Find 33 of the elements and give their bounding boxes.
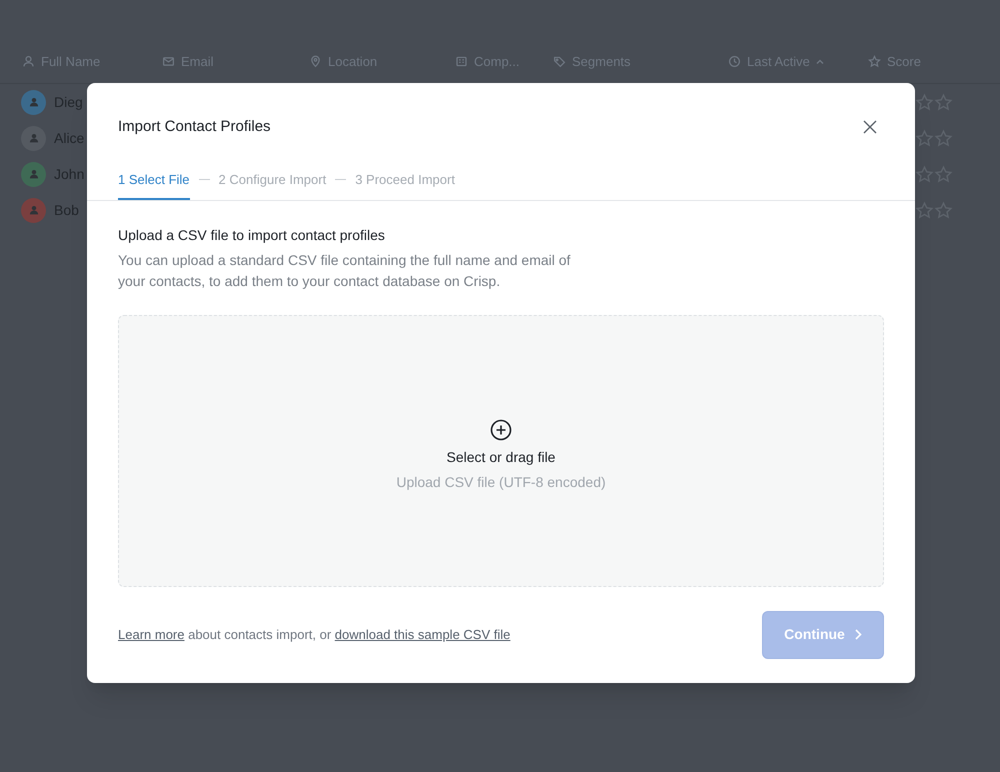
footer-text: Learn more about contacts import, or download this sample CSV file (118, 626, 510, 644)
star-icon[interactable] (934, 200, 953, 220)
star-icon[interactable] (915, 164, 934, 184)
section-heading: Upload a CSV file to import contact profiles (118, 226, 386, 245)
learn-more-link[interactable]: Learn more (118, 626, 184, 642)
tag-icon (553, 55, 566, 68)
step-tab[interactable]: 3 Proceed Import (355, 162, 455, 200)
step-separator (335, 179, 346, 180)
star-icon[interactable] (934, 164, 953, 184)
envelope-icon (162, 55, 175, 68)
clock-icon (728, 55, 741, 68)
building-icon (455, 55, 468, 68)
star-icon[interactable] (934, 92, 953, 112)
user-icon (22, 55, 35, 68)
modal-title: Import Contact Profiles (118, 117, 271, 137)
description-text: You can upload a standard CSV file containing the full name and email of your contacts, to add them to your contact database on Crisp. (118, 250, 572, 291)
star-icon (868, 55, 881, 68)
dropzone-title: Select or drag file (446, 448, 556, 467)
sample-csv-link[interactable]: download this sample CSV file (334, 626, 510, 642)
dropzone-hint: Upload CSV file (UTF-8 encoded) (396, 472, 606, 492)
star-icon[interactable] (915, 128, 934, 148)
close-icon[interactable] (863, 119, 879, 136)
star-icon[interactable] (915, 92, 934, 112)
pin-icon (309, 55, 322, 68)
step-tab[interactable]: 2 Configure Import (218, 162, 326, 200)
star-icon[interactable] (934, 128, 953, 148)
chevron-icon (854, 629, 862, 640)
step-separator (198, 179, 210, 180)
star-icon[interactable] (915, 200, 934, 220)
step-tab[interactable]: 1 Select File (118, 162, 190, 200)
caret-icon (816, 58, 824, 66)
file-dropzone[interactable]: Select or drag file Upload CSV file (UTF-8 encoded) (118, 314, 884, 586)
plus-circle-icon (490, 418, 512, 440)
